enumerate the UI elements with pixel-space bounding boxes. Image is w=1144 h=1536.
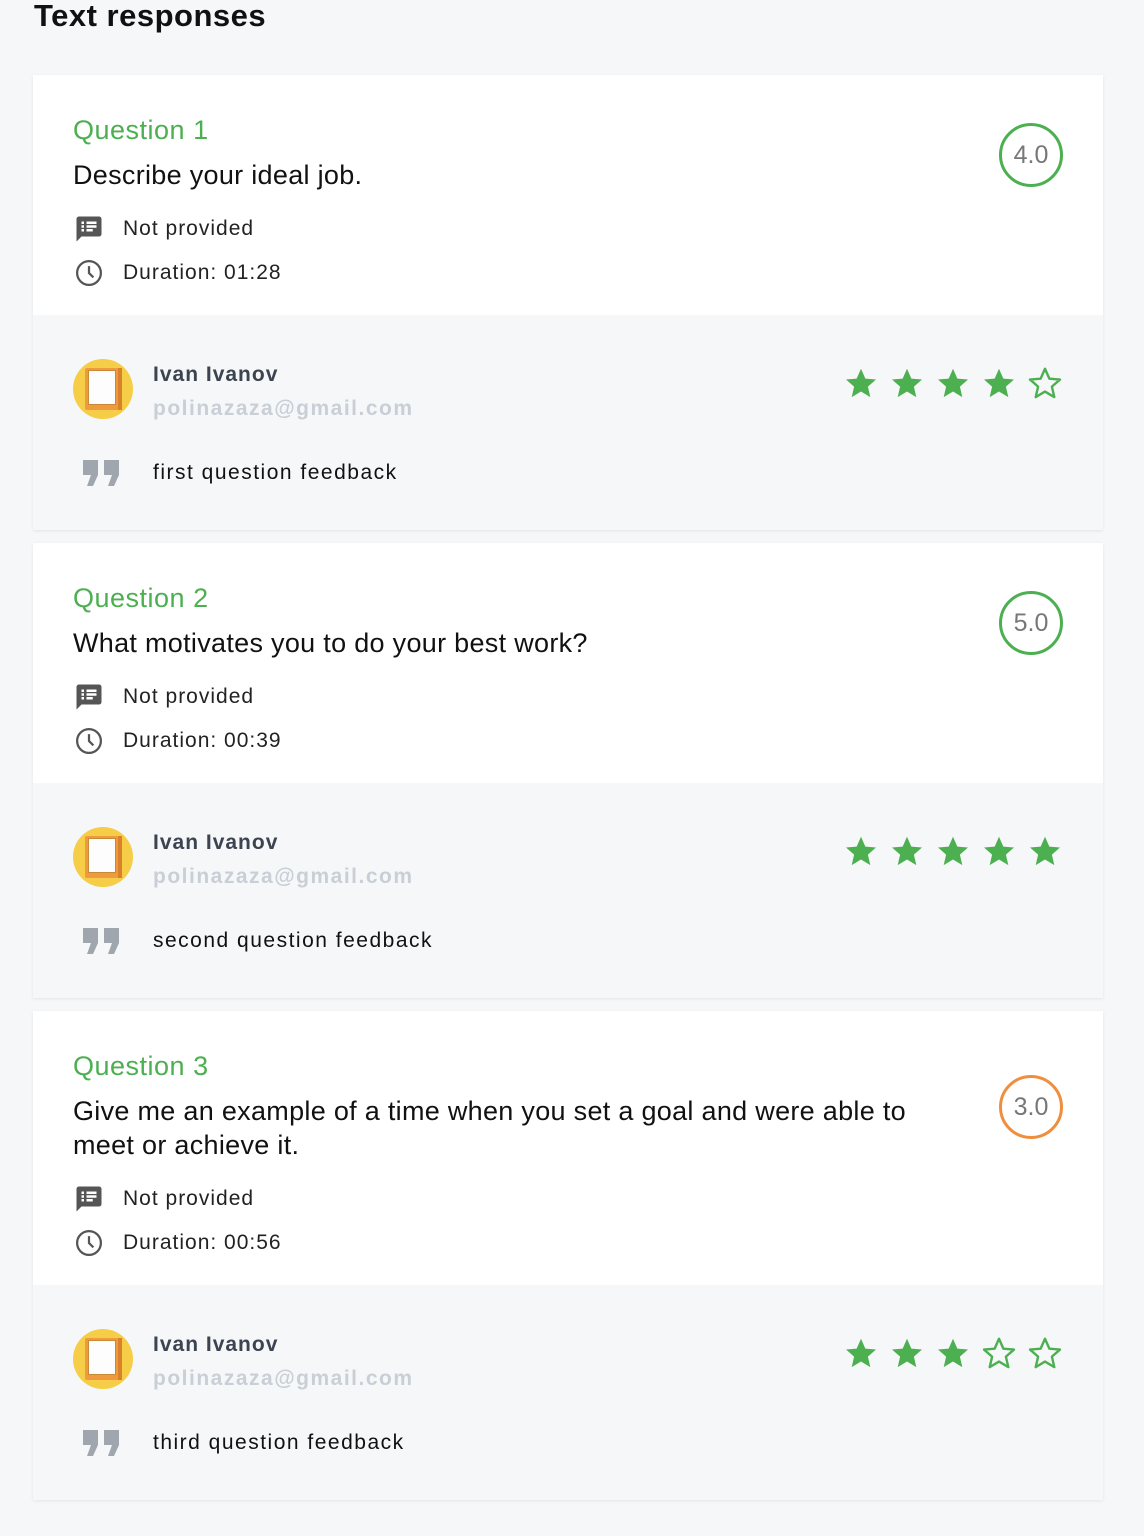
star-rating: [843, 365, 1063, 401]
feedback-text: second question feedback: [153, 929, 434, 952]
star-filled-icon: [1030, 836, 1060, 866]
feedback-text: first question feedback: [153, 461, 398, 484]
notes-row: Not provided: [73, 1184, 254, 1214]
question-text: Describe your ideal job.: [73, 160, 363, 190]
star-filled-icon: [984, 368, 1014, 398]
question-card: Question 2 What motivates you to do your…: [33, 543, 1103, 998]
reviewer-name: Ivan Ivanov: [153, 1333, 279, 1356]
question-label: Question 3: [73, 1051, 209, 1081]
quote-icon: [81, 458, 123, 488]
duration-value: Duration: 00:56: [123, 1231, 282, 1254]
feedback-text: third question feedback: [153, 1431, 405, 1454]
score-badge: 5.0: [999, 591, 1063, 655]
star-outline-icon: [1028, 367, 1062, 399]
question-label: Question 1: [73, 115, 209, 145]
reviewer-email: polinazaza@gmail.com: [153, 397, 414, 420]
reviewer-email: polinazaza@gmail.com: [153, 865, 414, 888]
notes-list-icon: [73, 681, 105, 713]
avatar: [73, 1329, 133, 1389]
star-rating: [843, 833, 1063, 869]
score-badge: 3.0: [999, 1075, 1063, 1139]
question-header: Question 3 Give me an example of a time …: [33, 1011, 1103, 1285]
star-filled-icon: [938, 1338, 968, 1368]
question-header: Question 1 Describe your ideal job. Not …: [33, 75, 1103, 315]
reviewer-email: polinazaza@gmail.com: [153, 1367, 414, 1390]
notes-value: Not provided: [123, 1187, 255, 1210]
notes-list-icon: [73, 1183, 105, 1215]
duration-value: Duration: 00:39: [123, 729, 282, 752]
quote-icon: [81, 926, 123, 956]
star-filled-icon: [938, 368, 968, 398]
question-text: Give me an example of a time when you se…: [73, 1096, 906, 1160]
reviewer-name: Ivan Ivanov: [153, 831, 279, 854]
clock-icon: [73, 257, 105, 289]
star-filled-icon: [846, 1338, 876, 1368]
star-filled-icon: [846, 368, 876, 398]
clock-icon: [73, 725, 105, 757]
star-filled-icon: [938, 836, 968, 866]
notes-value: Not provided: [123, 685, 255, 708]
notes-row: Not provided: [73, 682, 254, 712]
review-section: Ivan Ivanov polinazaza@gmail.com third q…: [33, 1285, 1103, 1500]
avatar: [73, 827, 133, 887]
clock-icon: [73, 1227, 105, 1259]
star-filled-icon: [892, 1338, 922, 1368]
duration-row: Duration: 00:39: [73, 726, 282, 756]
notes-list-icon: [73, 213, 105, 245]
question-header: Question 2 What motivates you to do your…: [33, 543, 1103, 783]
duration-row: Duration: 00:56: [73, 1228, 282, 1258]
question-text: What motivates you to do your best work?: [73, 628, 588, 658]
duration-row: Duration: 01:28: [73, 258, 282, 288]
question-card: Question 3 Give me an example of a time …: [33, 1011, 1103, 1500]
star-rating: [843, 1335, 1063, 1371]
star-filled-icon: [984, 836, 1014, 866]
question-card: Question 1 Describe your ideal job. Not …: [33, 75, 1103, 530]
quote-icon: [81, 1428, 123, 1458]
notes-value: Not provided: [123, 217, 255, 240]
star-filled-icon: [846, 836, 876, 866]
score-badge: 4.0: [999, 123, 1063, 187]
duration-value: Duration: 01:28: [123, 261, 282, 284]
question-label: Question 2: [73, 583, 209, 613]
avatar: [73, 359, 133, 419]
star-outline-icon: [982, 1337, 1016, 1369]
reviewer-name: Ivan Ivanov: [153, 363, 279, 386]
page-title: Text responses: [34, 0, 267, 33]
notes-row: Not provided: [73, 214, 254, 244]
star-filled-icon: [892, 836, 922, 866]
star-filled-icon: [892, 368, 922, 398]
review-section: Ivan Ivanov polinazaza@gmail.com first q…: [33, 315, 1103, 530]
review-section: Ivan Ivanov polinazaza@gmail.com second …: [33, 783, 1103, 998]
star-outline-icon: [1028, 1337, 1062, 1369]
